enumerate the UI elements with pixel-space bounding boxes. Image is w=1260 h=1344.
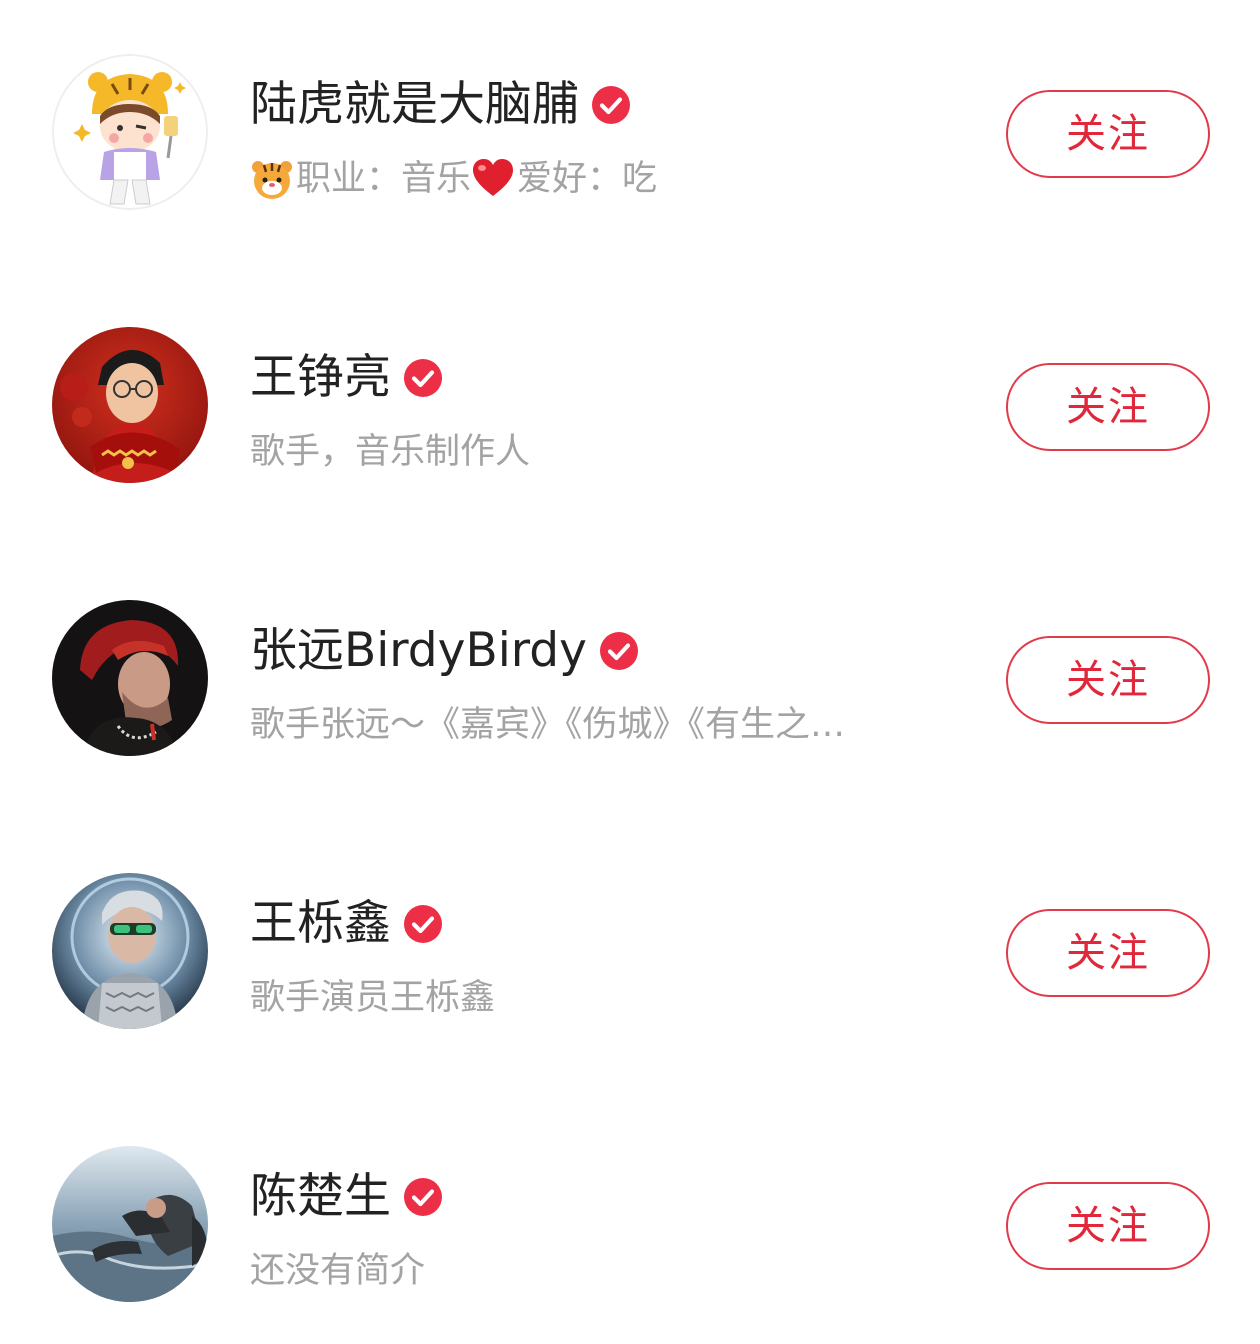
verified-check-icon <box>403 1177 443 1217</box>
bio-text-occupation: 职业：音乐 <box>296 159 472 199</box>
user-bio: 职业：音乐 爱好：吃 <box>250 156 657 202</box>
avatar[interactable] <box>52 54 208 210</box>
name-line: 王铮亮 <box>250 349 443 407</box>
name-line: 陆虎就是大脑脯 <box>250 76 631 134</box>
user-name[interactable]: 王栎鑫 <box>250 895 391 953</box>
user-bio: 歌手演员王栎鑫 <box>250 978 496 1018</box>
verified-check-icon <box>403 904 443 944</box>
user-list: 陆虎就是大脑脯 职业：音乐 爱好：吃 关注 王铮亮 歌手，音乐制作人 关注 张远… <box>0 0 1260 1344</box>
tiger-emoji-icon <box>250 157 294 201</box>
bio-text-hobby: 爱好：吃 <box>517 159 658 199</box>
name-line: 陈楚生 <box>250 1168 443 1226</box>
user-bio: 歌手张远～《嘉宾》《伤城》《有生之… <box>250 705 846 745</box>
user-bio: 还没有简介 <box>250 1251 426 1291</box>
name-line: 王栎鑫 <box>250 895 443 953</box>
verified-check-icon <box>591 85 631 125</box>
verified-check-icon <box>599 631 639 671</box>
avatar[interactable] <box>52 1146 208 1302</box>
user-row[interactable]: 王栎鑫 歌手演员王栎鑫 关注 <box>0 871 1260 1031</box>
avatar[interactable] <box>52 327 208 483</box>
avatar[interactable] <box>52 873 208 1029</box>
red-heart-emoji-icon <box>471 157 515 201</box>
user-name[interactable]: 陆虎就是大脑脯 <box>250 76 579 134</box>
follow-button[interactable]: 关注 <box>1006 90 1210 178</box>
follow-button[interactable]: 关注 <box>1006 909 1210 997</box>
user-row[interactable]: 陆虎就是大脑脯 职业：音乐 爱好：吃 关注 <box>0 52 1260 212</box>
user-row[interactable]: 王铮亮 歌手，音乐制作人 关注 <box>0 325 1260 485</box>
verified-check-icon <box>403 358 443 398</box>
follow-button[interactable]: 关注 <box>1006 636 1210 724</box>
follow-button[interactable]: 关注 <box>1006 363 1210 451</box>
follow-button[interactable]: 关注 <box>1006 1182 1210 1270</box>
user-name[interactable]: 王铮亮 <box>250 349 391 407</box>
user-name[interactable]: 张远BirdyBirdy <box>250 622 587 680</box>
user-row[interactable]: 张远BirdyBirdy 歌手张远～《嘉宾》《伤城》《有生之… 关注 <box>0 598 1260 758</box>
user-name[interactable]: 陈楚生 <box>250 1168 391 1226</box>
user-row[interactable]: 陈楚生 还没有简介 关注 <box>0 1144 1260 1304</box>
name-line: 张远BirdyBirdy <box>250 622 639 680</box>
avatar[interactable] <box>52 600 208 756</box>
user-bio: 歌手，音乐制作人 <box>250 432 531 472</box>
